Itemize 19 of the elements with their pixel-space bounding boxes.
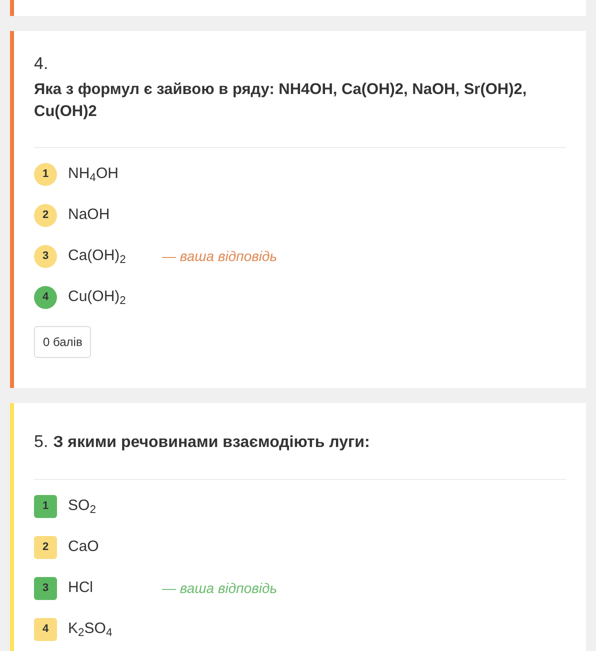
option-text: CaO: [68, 536, 100, 557]
option-text: NaOH: [68, 204, 111, 225]
option-number-square: 3: [34, 576, 57, 600]
option-number-square: 1: [34, 494, 57, 518]
question-title: З якими речовинами взаємодіють луги:: [53, 432, 370, 452]
option-number-square: 2: [34, 536, 57, 558]
question-number: 4.: [34, 53, 50, 75]
option-text: NH$_{4}$OH: [68, 164, 120, 186]
your-answer-note: — ваша відповідь: [162, 578, 278, 598]
question-title: Яка з формул є зайвою в ряду: NH4OH, Ca(OH)2, NaOH, Sr(OH)2, Cu(OH)2: [34, 80, 528, 122]
option-number-square: 4: [34, 618, 57, 640]
option-text: K$_{2}$SO$_{4}$: [68, 618, 114, 640]
option-text: Ca(OH)$_{2}$: [68, 246, 127, 268]
question-number: 5.: [34, 430, 48, 452]
your-answer-note: — ваша відповідь: [162, 246, 278, 266]
score-badge: 0 балів: [34, 326, 92, 358]
option-text: HCl: [68, 578, 94, 598]
option-text: SO$_{2}$: [68, 496, 97, 518]
option-text: Cu(OH)$_{2}$: [68, 286, 127, 308]
